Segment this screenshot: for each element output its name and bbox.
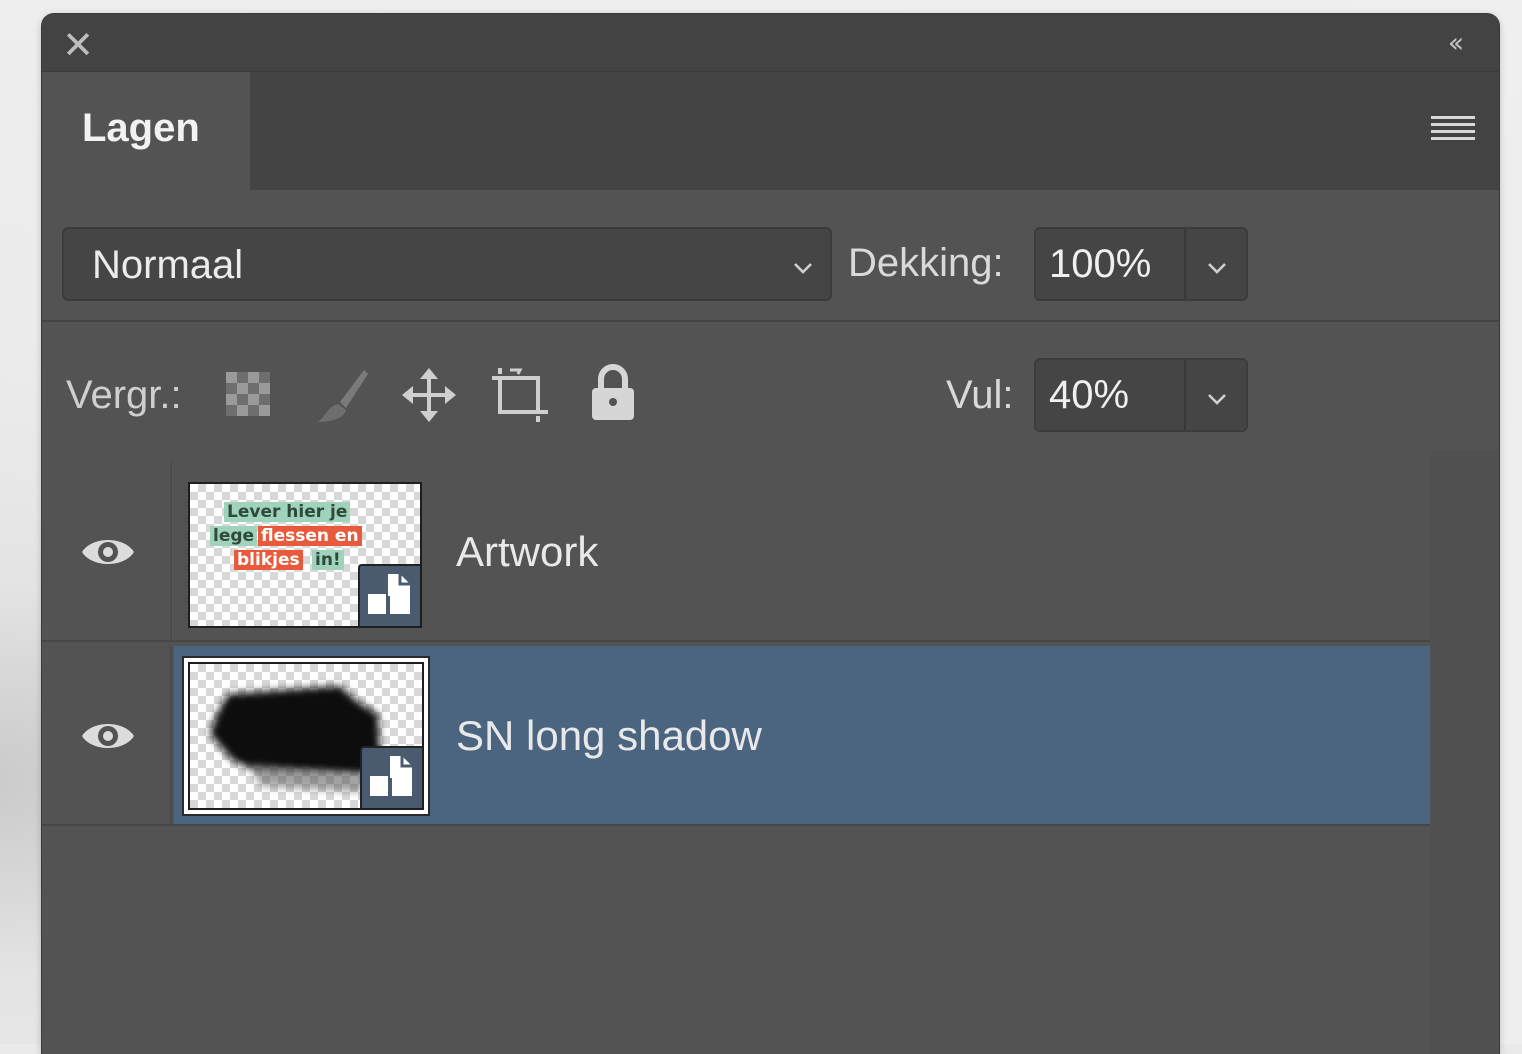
lock-image-pixels-icon[interactable]	[312, 366, 372, 426]
layer-main-sn-long-shadow[interactable]: SN long shadow	[174, 646, 1430, 826]
close-icon[interactable]: ✕	[60, 26, 96, 64]
layer-thumbnail	[188, 662, 424, 810]
smart-object-icon	[368, 574, 410, 614]
layer-name[interactable]: SN long shadow	[456, 712, 762, 760]
layers-list: Lever hier je lege flessen en blikjes in…	[42, 450, 1499, 1054]
smart-object-icon	[370, 756, 412, 796]
eye-icon[interactable]	[80, 716, 136, 756]
fill-value: 40%	[1049, 373, 1130, 417]
smart-object-badge	[360, 746, 422, 808]
opacity-value: 100%	[1049, 242, 1152, 286]
panel-menu-icon[interactable]	[1431, 116, 1475, 148]
layer-main-artwork[interactable]: Lever hier je lege flessen en blikjes in…	[174, 462, 1430, 642]
chevron-down-icon	[794, 263, 812, 274]
lock-position-icon[interactable]	[400, 366, 458, 424]
tab-bar: Lagen	[42, 72, 1499, 190]
thumb-text: lege	[210, 526, 258, 546]
controls-divider	[42, 320, 1499, 322]
opacity-field[interactable]: 100%	[1034, 227, 1248, 301]
lock-artboard-icon[interactable]	[490, 366, 552, 424]
tab-label: Lagen	[82, 106, 200, 150]
layer-controls: Normaal Dekking: 100% Vergr.: Vul: 40%	[42, 190, 1499, 450]
visibility-toggle[interactable]	[42, 462, 172, 642]
opacity-label: Dekking:	[848, 241, 1004, 285]
scrollbar[interactable]	[1431, 450, 1499, 1054]
lock-transparent-pixels-icon[interactable]	[224, 370, 272, 418]
fill-field[interactable]: 40%	[1034, 358, 1248, 432]
double-chevron-left-icon[interactable]: ‹‹	[1433, 28, 1473, 62]
smart-object-badge	[358, 564, 420, 626]
layer-name[interactable]: Artwork	[456, 528, 598, 576]
fill-label: Vul:	[946, 373, 1014, 417]
tab-lagen[interactable]: Lagen	[42, 72, 250, 190]
blend-mode-select[interactable]: Normaal	[62, 227, 832, 301]
thumb-text: in!	[312, 550, 344, 570]
chevron-down-icon[interactable]	[1206, 257, 1228, 279]
layer-thumbnail: Lever hier je lege flessen en blikjes in…	[188, 482, 422, 628]
thumb-text: Lever hier je	[224, 502, 351, 522]
thumb-text: flessen en	[258, 526, 362, 546]
blend-mode-value: Normaal	[92, 243, 244, 287]
layers-panel: ✕ ‹‹ Lagen Normaal Dekking: 100% Vergr.:…	[42, 14, 1499, 1054]
lock-all-icon[interactable]	[588, 362, 638, 424]
thumb-text: blikjes	[234, 550, 303, 570]
eye-icon[interactable]	[80, 532, 136, 572]
layer-row-sn-long-shadow[interactable]: SN long shadow	[42, 646, 1430, 826]
lock-label: Vergr.:	[66, 373, 182, 417]
visibility-toggle[interactable]	[42, 646, 172, 826]
panel-titlebar: ✕ ‹‹	[42, 14, 1499, 72]
layer-row-artwork[interactable]: Lever hier je lege flessen en blikjes in…	[42, 462, 1430, 642]
chevron-down-icon[interactable]	[1206, 388, 1228, 410]
